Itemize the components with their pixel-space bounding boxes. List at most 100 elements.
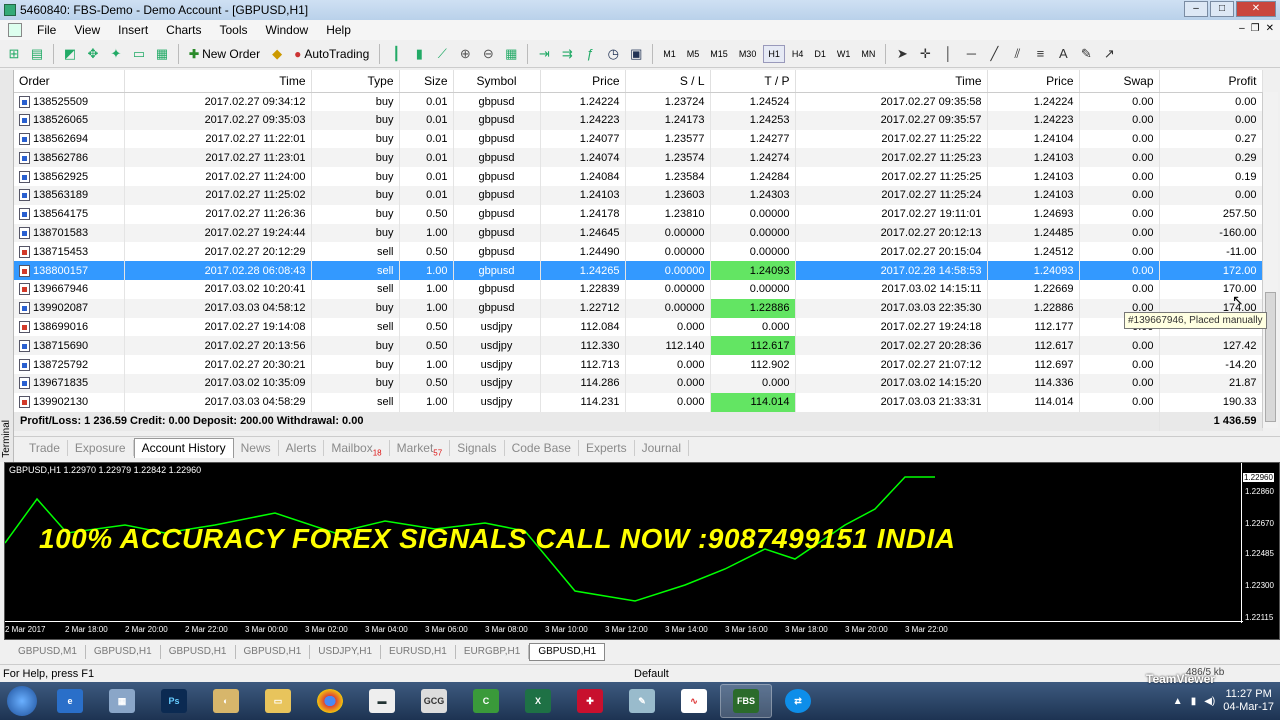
tab-signals[interactable]: Signals [450, 439, 505, 456]
column-header-sl[interactable]: S / L [625, 70, 711, 93]
tab-alerts[interactable]: Alerts [279, 439, 325, 456]
taskbar-calc[interactable]: ▦ [96, 684, 148, 718]
periods-icon[interactable]: ◷ [603, 44, 623, 64]
timeframe-h4[interactable]: H4 [788, 46, 808, 62]
strategy-tester-icon[interactable]: ▦ [152, 44, 172, 64]
fibonacci-icon[interactable]: ≡ [1030, 44, 1050, 64]
taskbar-teamviewer[interactable]: ⇄ [772, 684, 824, 718]
new-order-button[interactable]: ✚ New Order [185, 43, 264, 65]
timeframe-w1[interactable]: W1 [833, 46, 855, 62]
zoom-out-icon[interactable]: ⊖ [478, 44, 498, 64]
trendline-icon[interactable]: ╱ [984, 44, 1004, 64]
minimize-button[interactable]: – [1184, 1, 1208, 17]
column-header-order[interactable]: Order [14, 70, 125, 93]
taskbar-folder[interactable]: ▭ [252, 684, 304, 718]
taskbar-news[interactable]: ▬ [356, 684, 408, 718]
tab-news[interactable]: News [234, 439, 279, 456]
taskbar-fbs[interactable]: FBS [720, 684, 772, 718]
column-header-close-price[interactable]: Price [987, 70, 1080, 93]
network-icon[interactable]: ▮ [1191, 696, 1197, 707]
autotrading-button[interactable]: ● AutoTrading [290, 43, 373, 65]
vertical-line-icon[interactable]: │ [938, 44, 958, 64]
timeframe-m1[interactable]: M1 [659, 46, 680, 62]
chart-tab[interactable]: GBPUSD,H1 [86, 645, 161, 659]
arrows-icon[interactable]: ↗ [1099, 44, 1119, 64]
taskbar-chart[interactable]: ∿ [668, 684, 720, 718]
metaeditor-icon[interactable]: ◆ [267, 44, 287, 64]
taskbar-paint[interactable]: ◐ [200, 684, 252, 718]
timeframe-d1[interactable]: D1 [810, 46, 830, 62]
menu-file[interactable]: File [28, 23, 65, 37]
crosshair-icon[interactable]: ✛ [915, 44, 935, 64]
table-row[interactable]: 138725792 2017.02.27 20:30:21 buy 1.00 usdjp… [14, 355, 1263, 374]
table-row[interactable]: 138800157 2017.02.28 06:08:43 sell 1.00 gbpu… [14, 261, 1263, 280]
taskbar-excel[interactable]: X [512, 684, 564, 718]
table-row[interactable]: 139667946 2017.03.02 10:20:41 sell 1.00 gbpu… [14, 279, 1263, 299]
mdi-close-icon[interactable]: ✕ [1266, 23, 1274, 34]
column-header-size[interactable]: Size [399, 70, 454, 93]
taskbar-photoshop[interactable]: Ps [148, 684, 200, 718]
column-header-swap[interactable]: Swap [1079, 70, 1160, 93]
column-header-profit[interactable]: Profit [1159, 70, 1263, 93]
timeframe-mn[interactable]: MN [857, 46, 879, 62]
menu-window[interactable]: Window [257, 23, 318, 37]
column-header-time[interactable]: Time [124, 70, 312, 93]
table-row[interactable]: 138701583 2017.02.27 19:24:44 buy 1.00 gbpus… [14, 223, 1263, 243]
table-row[interactable]: 138564175 2017.02.27 11:26:36 buy 0.50 gbpus… [14, 204, 1263, 224]
clock[interactable]: 11:27 PM 04-Mar-17 [1223, 688, 1274, 714]
taskbar-ca[interactable]: C [460, 684, 512, 718]
tab-market[interactable]: Market57 [390, 439, 451, 457]
column-header-type[interactable]: Type [311, 70, 400, 93]
zoom-in-icon[interactable]: ⊕ [455, 44, 475, 64]
chart-tab[interactable]: GBPUSD,M1 [10, 645, 86, 659]
table-row[interactable]: 138699016 2017.02.27 19:14:08 sell 0.50 usdj… [14, 317, 1263, 337]
tab-journal[interactable]: Journal [635, 439, 689, 456]
chart-tab[interactable]: GBPUSD,H1 [529, 643, 606, 661]
table-row[interactable]: 138715690 2017.02.27 20:13:56 buy 0.50 usdjp… [14, 336, 1263, 356]
timeframe-m15[interactable]: M15 [706, 46, 732, 62]
chart-shift-icon[interactable]: ⇥ [534, 44, 554, 64]
line-chart-icon[interactable]: ⟋ [432, 44, 452, 64]
tab-code-base[interactable]: Code Base [505, 439, 579, 456]
table-row[interactable]: 138525509 2017.02.27 09:34:12 buy 0.01 gbpus… [14, 92, 1263, 111]
taskbar-uk[interactable]: ✚ [564, 684, 616, 718]
taskbar-pen[interactable]: ✎ [616, 684, 668, 718]
vertical-scrollbar[interactable] [1262, 92, 1278, 428]
column-header-price[interactable]: Price [540, 70, 626, 93]
taskbar-chrome[interactable] [304, 684, 356, 718]
column-header-tp[interactable]: T / P [710, 70, 796, 93]
column-header-symbol[interactable]: Symbol [453, 70, 541, 93]
channel-icon[interactable]: ⫽ [1007, 44, 1027, 64]
table-row[interactable]: 138526065 2017.02.27 09:35:03 buy 0.01 gbpus… [14, 110, 1263, 130]
candlestick-icon[interactable]: ▮ [409, 44, 429, 64]
label-icon[interactable]: ✎ [1076, 44, 1096, 64]
table-row[interactable]: 138563189 2017.02.27 11:25:02 buy 0.01 gbpus… [14, 185, 1263, 205]
cursor-icon[interactable]: ➤ [892, 44, 912, 64]
table-row[interactable]: 138562925 2017.02.27 11:24:00 buy 0.01 gbpus… [14, 167, 1263, 186]
tab-exposure[interactable]: Exposure [68, 439, 134, 456]
new-chart-icon[interactable]: ⊞ [4, 44, 24, 64]
chart-tab[interactable]: EURGBP,H1 [456, 645, 530, 659]
table-row[interactable]: 139902087 2017.03.03 04:58:12 buy 1.00 gbpus… [14, 298, 1263, 318]
profiles-icon[interactable]: ▤ [27, 44, 47, 64]
menu-help[interactable]: Help [317, 23, 360, 37]
volume-icon[interactable]: ◀) [1204, 696, 1215, 707]
market-watch-icon[interactable]: ◩ [60, 44, 80, 64]
start-button[interactable] [0, 683, 44, 719]
tab-experts[interactable]: Experts [579, 439, 635, 456]
mdi-minimize-icon[interactable]: – [1239, 23, 1245, 34]
timeframe-h1[interactable]: H1 [763, 44, 785, 63]
menu-charts[interactable]: Charts [157, 23, 210, 37]
price-chart[interactable]: GBPUSD,H1 1.22970 1.22979 1.22842 1.2296… [4, 462, 1280, 640]
tab-mailbox[interactable]: Mailbox18 [324, 439, 390, 457]
templates-icon[interactable]: ▣ [626, 44, 646, 64]
close-button[interactable]: ✕ [1236, 1, 1276, 17]
tile-windows-icon[interactable]: ▦ [501, 44, 521, 64]
taskbar-gcg[interactable]: GCG [408, 684, 460, 718]
scrollbar-thumb[interactable] [1265, 292, 1276, 422]
autoscroll-icon[interactable]: ⇉ [557, 44, 577, 64]
maximize-button[interactable]: □ [1210, 1, 1234, 17]
data-window-icon[interactable]: ✥ [83, 44, 103, 64]
menu-insert[interactable]: Insert [109, 23, 157, 37]
table-row[interactable]: 139902130 2017.03.03 04:58:29 sell 1.00 usdj… [14, 392, 1263, 412]
